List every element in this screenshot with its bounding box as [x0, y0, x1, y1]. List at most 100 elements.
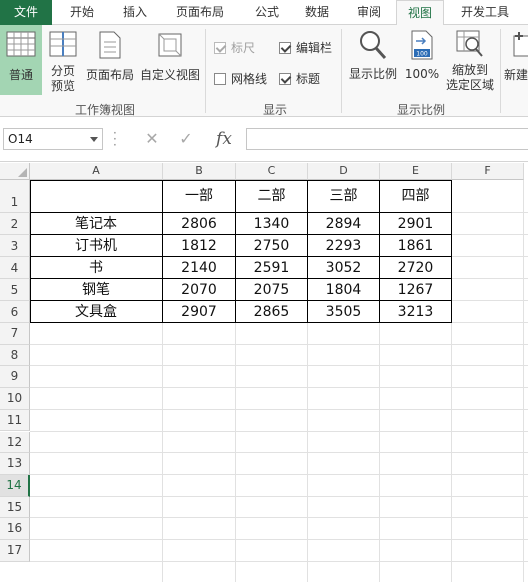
gridlines-label: 网格线	[231, 72, 268, 86]
gridlines-check	[214, 72, 226, 85]
table-cell[interactable]: 1804	[308, 279, 380, 301]
table-cell[interactable]: 2894	[308, 213, 380, 235]
zoom-selection-icon	[456, 30, 483, 57]
table-row-label[interactable]: 订书机	[30, 235, 163, 257]
table-cell[interactable]: 2070	[163, 279, 236, 301]
new-window-button[interactable]: 新建	[504, 25, 528, 95]
column-header-b[interactable]: B	[163, 163, 236, 180]
new-window-icon	[513, 32, 528, 57]
page-break-label-1: 分页	[50, 64, 75, 78]
column-header-a[interactable]: A	[30, 163, 163, 180]
tab-review[interactable]: 审阅	[342, 0, 396, 25]
normal-view-button[interactable]: 普通	[0, 25, 42, 95]
table-row-label[interactable]: 笔记本	[30, 213, 163, 235]
workbook-views-group-label: 工作簿视图	[74, 103, 135, 117]
zoom-100-icon-text: 100	[416, 51, 428, 58]
gridline	[30, 408, 528, 410]
gridline	[30, 365, 528, 367]
zoom-to-selection-button[interactable]: 缩放到 选定区域	[442, 25, 498, 97]
table-cell[interactable]: 2750	[236, 235, 308, 257]
table-cell[interactable]	[30, 180, 163, 213]
name-box[interactable]: O14	[3, 128, 103, 150]
normal-view-label: 普通	[8, 68, 33, 82]
tab-formulas[interactable]: 公式	[242, 0, 292, 25]
table-row-label[interactable]: 钢笔	[30, 279, 163, 301]
formula-bar-checkbox[interactable]: 编辑栏	[279, 39, 332, 56]
row-header-4[interactable]: 4	[0, 257, 30, 279]
table-cell[interactable]: 1267	[380, 279, 452, 301]
row-header-16[interactable]: 16	[0, 518, 30, 540]
row-header-17[interactable]: 17	[0, 540, 30, 562]
row-header-10[interactable]: 10	[0, 388, 30, 410]
table-cell[interactable]: 2907	[163, 301, 236, 323]
row-header-12[interactable]: 12	[0, 431, 30, 454]
insert-function-button[interactable]: fx	[210, 128, 238, 150]
table-cell[interactable]: 2591	[236, 257, 308, 279]
zoom-100-button[interactable]: 100 100%	[404, 25, 440, 95]
table-header-cell[interactable]: 一部	[163, 180, 236, 213]
row-header-13[interactable]: 13	[0, 453, 30, 475]
page-break-preview-button[interactable]: 分页 预览	[44, 25, 82, 97]
row-header-14[interactable]: 14	[0, 474, 30, 497]
row-header-9[interactable]: 9	[0, 366, 30, 389]
table-header-cell[interactable]: 二部	[236, 180, 308, 213]
confirm-entry-button[interactable]: ✓	[172, 128, 200, 150]
row-header-6[interactable]: 6	[0, 301, 30, 323]
table-cell[interactable]: 2140	[163, 257, 236, 279]
tab-home[interactable]: 开始	[52, 0, 112, 25]
table-cell[interactable]: 2806	[163, 213, 236, 235]
tab-developer[interactable]: 开发工具	[444, 0, 526, 25]
table-cell[interactable]: 1340	[236, 213, 308, 235]
gridline	[30, 343, 528, 345]
cancel-icon: ✕	[145, 129, 159, 148]
tab-view[interactable]: 视图	[396, 0, 444, 26]
tab-data[interactable]: 数据	[292, 0, 342, 25]
table-cell[interactable]: 2901	[380, 213, 452, 235]
ribbon-tabs: 文件 开始 插入 页面布局 公式 数据 审阅 视图 开发工具	[0, 0, 528, 26]
table-row-label[interactable]: 书	[30, 257, 163, 279]
page-layout-label: 页面布局	[85, 68, 134, 82]
column-header-e[interactable]: E	[380, 163, 452, 180]
tab-page-layout[interactable]: 页面布局	[158, 0, 242, 25]
row-header-7[interactable]: 7	[0, 323, 30, 345]
zoom-button[interactable]: 显示比例	[346, 25, 400, 95]
chevron-down-icon[interactable]	[90, 137, 98, 142]
table-cell[interactable]: 3505	[308, 301, 380, 323]
group-separator	[500, 29, 501, 113]
row-header-11[interactable]: 11	[0, 409, 30, 432]
formula-input[interactable]	[246, 128, 528, 150]
table-cell[interactable]: 2720	[380, 257, 452, 279]
formula-bar-grip-icon[interactable]: · · ·	[113, 127, 117, 151]
group-separator	[205, 29, 206, 113]
row-header-5[interactable]: 5	[0, 279, 30, 301]
column-header-d[interactable]: D	[308, 163, 380, 180]
new-window-label: 新建	[504, 68, 528, 82]
table-cell[interactable]: 2865	[236, 301, 308, 323]
column-header-f[interactable]: F	[452, 163, 524, 180]
custom-views-button[interactable]: 自定义视图	[138, 25, 202, 95]
table-row-label[interactable]: 文具盒	[30, 301, 163, 323]
row-header-2[interactable]: 2	[0, 213, 30, 235]
row-header-3[interactable]: 3	[0, 235, 30, 257]
table-cell[interactable]: 2293	[308, 235, 380, 257]
row-header-8[interactable]: 8	[0, 344, 30, 367]
headings-checkbox[interactable]: 标题	[279, 70, 320, 87]
table-cell[interactable]: 2075	[236, 279, 308, 301]
row-header-15[interactable]: 15	[0, 496, 30, 519]
cancel-entry-button[interactable]: ✕	[138, 128, 166, 150]
table-header-cell[interactable]: 三部	[308, 180, 380, 213]
gridlines-checkbox[interactable]: 网格线	[214, 70, 267, 87]
table-cell[interactable]: 3213	[380, 301, 452, 323]
column-header-c[interactable]: C	[236, 163, 308, 180]
gridline	[30, 430, 528, 432]
table-header-cell[interactable]: 四部	[380, 180, 452, 213]
table-cell[interactable]: 1861	[380, 235, 452, 257]
page-layout-view-button[interactable]: 页面布局	[84, 25, 136, 95]
table-cell[interactable]: 1812	[163, 235, 236, 257]
row-header-1[interactable]: 1	[0, 180, 30, 213]
tab-insert[interactable]: 插入	[112, 0, 158, 25]
select-all-button[interactable]	[0, 163, 30, 180]
ruler-checkbox[interactable]: 标尺	[214, 39, 255, 56]
tab-file[interactable]: 文件	[0, 0, 52, 25]
table-cell[interactable]: 3052	[308, 257, 380, 279]
